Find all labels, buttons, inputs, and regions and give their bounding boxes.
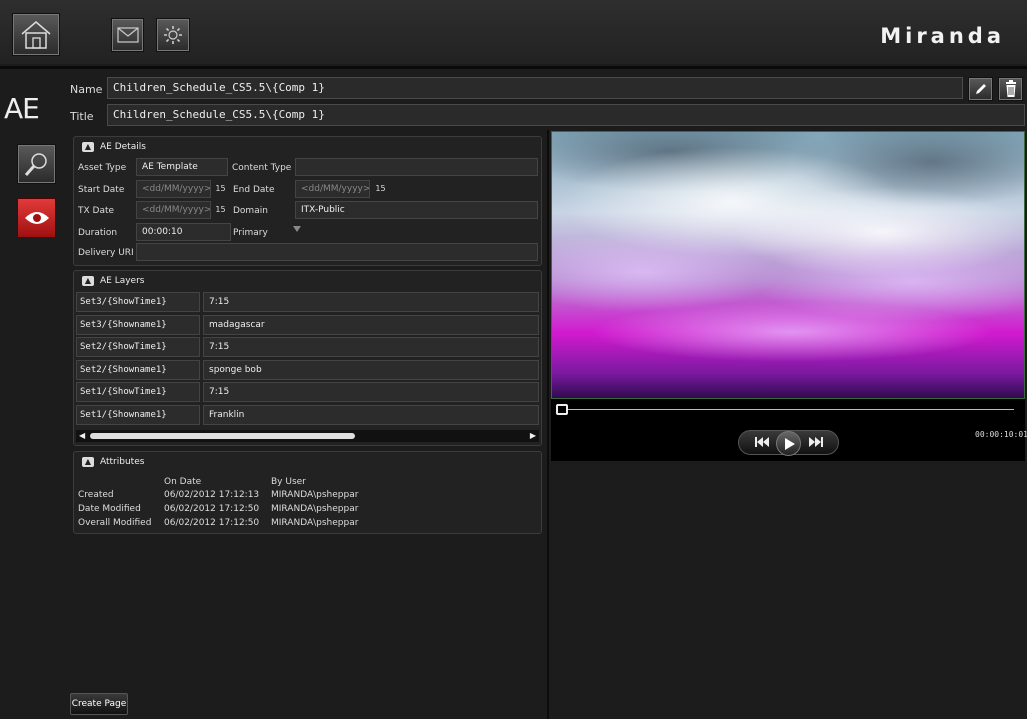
layer-row: Set1/{Showname1} Franklin <box>76 405 539 425</box>
attr-user: MIRANDA\psheppar <box>271 490 359 500</box>
messages-button[interactable] <box>111 18 144 52</box>
mail-icon <box>116 27 139 43</box>
attr-date: 06/02/2012 17:12:50 <box>164 518 260 528</box>
timecode: 00:00:10:01 <box>975 430 1027 439</box>
top-toolbar <box>0 0 1027 64</box>
ae-layers-title: AE Layers <box>100 275 145 286</box>
layer-value-field[interactable]: 7:15 <box>203 337 539 357</box>
layer-value-field[interactable]: 7:15 <box>203 382 539 402</box>
attr-user: MIRANDA\psheppar <box>271 518 359 528</box>
primary-checkbox[interactable] <box>292 224 302 237</box>
miranda-logo: Miranda <box>880 24 1005 48</box>
attr-label: Created <box>78 490 114 500</box>
attr-label: Overall Modified <box>78 518 152 528</box>
collapse-icon: ▲ <box>82 141 94 152</box>
calendar-icon[interactable]: 15 <box>213 202 228 217</box>
rewind-button[interactable] <box>755 436 769 451</box>
duration-field[interactable]: 00:00:10 <box>136 223 231 241</box>
layer-key: Set3/{Showname1} <box>76 315 200 335</box>
toolbar-divider <box>0 66 1027 69</box>
attributes-header[interactable]: ▲ Attributes <box>74 453 144 470</box>
layer-key: Set3/{ShowTime1} <box>76 292 200 312</box>
layers-horizontal-scrollbar[interactable]: ◀ ▶ <box>76 430 539 442</box>
delete-button[interactable] <box>998 77 1023 101</box>
by-user-header: By User <box>271 477 306 487</box>
ae-layers-header[interactable]: ▲ AE Layers <box>74 272 145 289</box>
asset-type-field[interactable]: AE Template <box>136 158 228 176</box>
attr-user: MIRANDA\psheppar <box>271 504 359 514</box>
scrollbar-thumb[interactable] <box>90 433 355 439</box>
layer-key: Set2/{Showname1} <box>76 360 200 380</box>
calendar-icon[interactable]: 15 <box>213 181 228 196</box>
layer-value-field[interactable]: 7:15 <box>203 292 539 312</box>
fast-forward-button[interactable] <box>809 436 823 451</box>
eye-icon <box>24 212 49 224</box>
delivery-uri-field[interactable] <box>136 243 538 261</box>
layer-row: Set3/{ShowTime1} 7:15 <box>76 292 539 312</box>
title-field[interactable]: Children_Schedule_CS5.5\{Comp 1} <box>107 104 1025 126</box>
home-icon <box>21 20 51 49</box>
tx-date-field[interactable]: <dd/MM/yyyy> <box>136 201 211 219</box>
content-type-label: Content Type <box>232 163 292 173</box>
video-preview[interactable] <box>551 131 1025 399</box>
asset-type-label: Asset Type <box>78 163 127 173</box>
scroll-right-icon[interactable]: ▶ <box>530 431 536 440</box>
layer-row: Set2/{Showname1} sponge bob <box>76 360 539 380</box>
create-page-button[interactable]: Create Page <box>70 693 128 715</box>
play-icon <box>784 437 795 450</box>
video-frame-image <box>552 132 1024 398</box>
search-button[interactable] <box>17 144 56 184</box>
domain-field[interactable]: ITX-Public <box>295 201 538 219</box>
delivery-uri-label: Delivery URI <box>78 248 134 258</box>
duration-label: Duration <box>78 228 118 238</box>
attributes-title: Attributes <box>100 456 145 467</box>
fast-forward-icon <box>809 437 823 447</box>
name-label: Name <box>70 83 103 96</box>
attr-date: 06/02/2012 17:12:13 <box>164 490 260 500</box>
on-date-header: On Date <box>164 477 202 487</box>
content-type-field[interactable] <box>295 158 538 176</box>
name-field[interactable]: Children_Schedule_CS5.5\{Comp 1} <box>107 77 963 99</box>
seek-handle[interactable] <box>556 404 568 415</box>
ae-details-title: AE Details <box>100 141 146 152</box>
seek-track[interactable] <box>562 409 1014 410</box>
home-button[interactable] <box>12 13 60 56</box>
tx-date-label: TX Date <box>78 206 115 216</box>
ae-details-header[interactable]: ▲ AE Details <box>74 138 146 155</box>
attr-label: Date Modified <box>78 504 141 514</box>
pencil-icon <box>975 84 986 94</box>
calendar-icon[interactable]: 15 <box>373 181 388 196</box>
layer-value-field[interactable]: madagascar <box>203 315 539 335</box>
scroll-left-icon[interactable]: ◀ <box>79 431 85 440</box>
start-date-label: Start Date <box>78 185 125 195</box>
attr-date: 06/02/2012 17:12:50 <box>164 504 260 514</box>
layer-row: Set1/{ShowTime1} 7:15 <box>76 382 539 402</box>
preview-button[interactable] <box>17 198 56 238</box>
end-date-field[interactable]: <dd/MM/yyyy> <box>295 180 370 198</box>
collapse-icon: ▲ <box>82 275 94 286</box>
layer-row: Set3/{Showname1} madagascar <box>76 315 539 335</box>
play-button[interactable] <box>776 431 801 456</box>
panel-divider <box>547 130 549 719</box>
trash-icon <box>1005 80 1016 97</box>
checkbox-icon <box>293 226 301 232</box>
end-date-label: End Date <box>233 185 275 195</box>
layer-key: Set1/{ShowTime1} <box>76 382 200 402</box>
layer-row: Set2/{ShowTime1} 7:15 <box>76 337 539 357</box>
layer-value-field[interactable]: Franklin <box>203 405 539 425</box>
layer-key: Set2/{ShowTime1} <box>76 337 200 357</box>
search-icon <box>24 153 47 176</box>
domain-label: Domain <box>233 206 268 216</box>
gear-icon <box>164 26 182 44</box>
layer-value-field[interactable]: sponge bob <box>203 360 539 380</box>
edit-button[interactable] <box>968 77 993 101</box>
start-date-field[interactable]: <dd/MM/yyyy> <box>136 180 211 198</box>
rewind-icon <box>755 437 769 447</box>
collapse-icon: ▲ <box>82 456 94 467</box>
primary-label: Primary <box>233 228 268 238</box>
asset-type-badge: AE <box>4 92 40 125</box>
settings-button[interactable] <box>156 18 190 52</box>
title-label: Title <box>70 110 94 123</box>
layer-key: Set1/{Showname1} <box>76 405 200 425</box>
